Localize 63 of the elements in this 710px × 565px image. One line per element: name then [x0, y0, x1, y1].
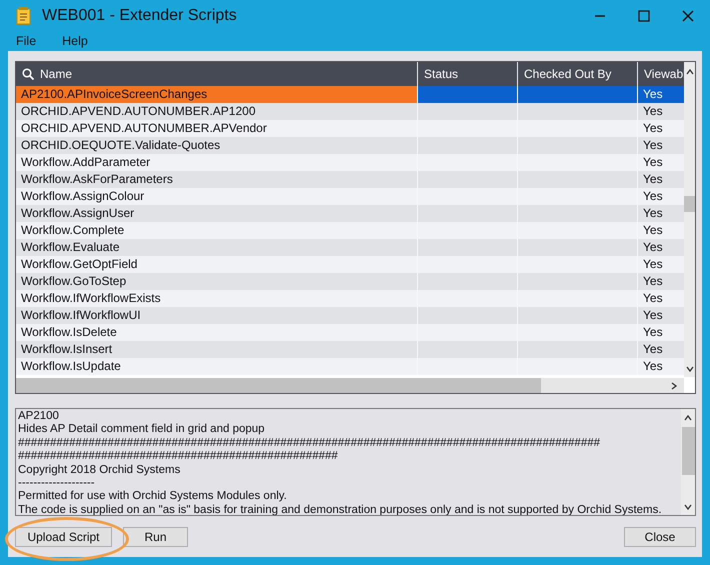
maximize-icon[interactable] — [638, 10, 650, 22]
run-button[interactable]: Run — [123, 527, 188, 547]
description-text-area[interactable] — [15, 408, 696, 516]
upload-script-button[interactable]: Upload Script — [15, 527, 112, 547]
table-cell-text: Yes — [642, 120, 664, 137]
description-line: Copyright 2018 Orchid Systems — [18, 464, 182, 478]
table-cell-text: Yes — [642, 154, 664, 171]
table-cell: Workflow.IsUpdate — [16, 358, 418, 375]
table-cell-text: Yes — [642, 358, 664, 375]
table-cell-text: Yes — [642, 222, 664, 239]
description-line: Hides AP Detail comment field in grid and popup — [18, 423, 266, 437]
description-line: AP2100 — [18, 410, 60, 424]
window-title: WEB001 - Extender Scripts — [42, 6, 237, 25]
table-cell-text: Yes — [642, 188, 664, 205]
table-cell-text: Yes — [642, 307, 664, 324]
search-icon — [22, 68, 34, 80]
table-row[interactable]: Workflow.AskForParameters Yes — [16, 171, 684, 188]
table-cell: AP2100.APInvoiceScreenChanges — [16, 86, 418, 103]
table-row[interactable]: Workflow.Evaluate Yes — [16, 239, 684, 256]
table-cell-text: Yes — [642, 103, 664, 120]
table-row[interactable]: Workflow.GetOptField Yes — [16, 256, 684, 273]
description-line: ################################################## — [18, 450, 339, 464]
scrollbar-thumb[interactable] — [16, 378, 541, 393]
table-cell-text: Yes — [642, 256, 664, 273]
table-row[interactable]: Workflow.Complete Yes — [16, 222, 684, 239]
table-cell-text: Yes — [642, 273, 664, 290]
table-cell-text: Yes — [642, 205, 664, 222]
table-row[interactable]: Workflow.IfWorkflowExists Yes — [16, 290, 684, 307]
table-cell-text: Yes — [642, 324, 664, 341]
menu-item[interactable]: Help — [62, 34, 88, 48]
horizontal-scrollbar[interactable] — [16, 377, 684, 393]
description-line: Permitted for use with Orchid Systems Modules only. — [18, 490, 288, 504]
notepad-icon — [16, 6, 32, 25]
description-line: ########################################################################################### — [18, 436, 602, 450]
table-cell: Yes — [638, 86, 684, 103]
column-header-label: Name — [40, 67, 72, 81]
table-cell-text: Yes — [642, 290, 664, 307]
table-row[interactable]: ORCHID.APVEND.AUTONUMBER.AP1200 Yes — [16, 103, 684, 120]
column-header[interactable]: Viewabl — [638, 62, 684, 86]
close-icon[interactable] — [682, 10, 694, 22]
table-row[interactable]: AP2100.APInvoiceScreenChanges Yes — [16, 86, 684, 103]
table-cell-text: Yes — [642, 341, 664, 358]
scrollbar-thumb[interactable] — [682, 427, 694, 475]
table-row[interactable]: Workflow.IsDelete Yes — [16, 324, 684, 341]
table-row[interactable]: Workflow.AssignUser Yes — [16, 205, 684, 222]
table-row[interactable]: ORCHID.OEQUOTE.Validate-Quotes Yes — [16, 137, 684, 154]
table-row[interactable]: Workflow.IfWorkflowUI Yes — [16, 307, 684, 324]
table-row[interactable]: Workflow.GoToStep Yes — [16, 273, 684, 290]
scrollbar-thumb[interactable] — [684, 196, 695, 212]
table-row[interactable]: Workflow.AssignColour Yes — [16, 188, 684, 205]
table-cell-text: Yes — [642, 239, 664, 256]
table-row[interactable]: Workflow.AddParameter Yes — [16, 154, 684, 171]
table-cell-text: Yes — [642, 171, 664, 188]
description-line: The code is supplied on an "as is" basis for training and demonstration purposes only and is not supported by Orchid Systems. — [18, 504, 663, 515]
table-row[interactable]: Workflow.IsInsert Yes — [16, 341, 684, 358]
close-button[interactable]: Close — [624, 527, 696, 547]
table-cell-text: Yes — [642, 137, 664, 154]
vertical-scrollbar[interactable] — [684, 62, 695, 393]
vertical-scrollbar[interactable] — [681, 409, 695, 515]
table-row[interactable]: ORCHID.APVEND.AUTONUMBER.APVendor Yes — [16, 120, 684, 137]
menu-item[interactable]: File — [16, 34, 36, 48]
description-line: -------------------- — [18, 477, 96, 490]
table-row[interactable]: Workflow.IsUpdate Yes — [16, 358, 684, 375]
